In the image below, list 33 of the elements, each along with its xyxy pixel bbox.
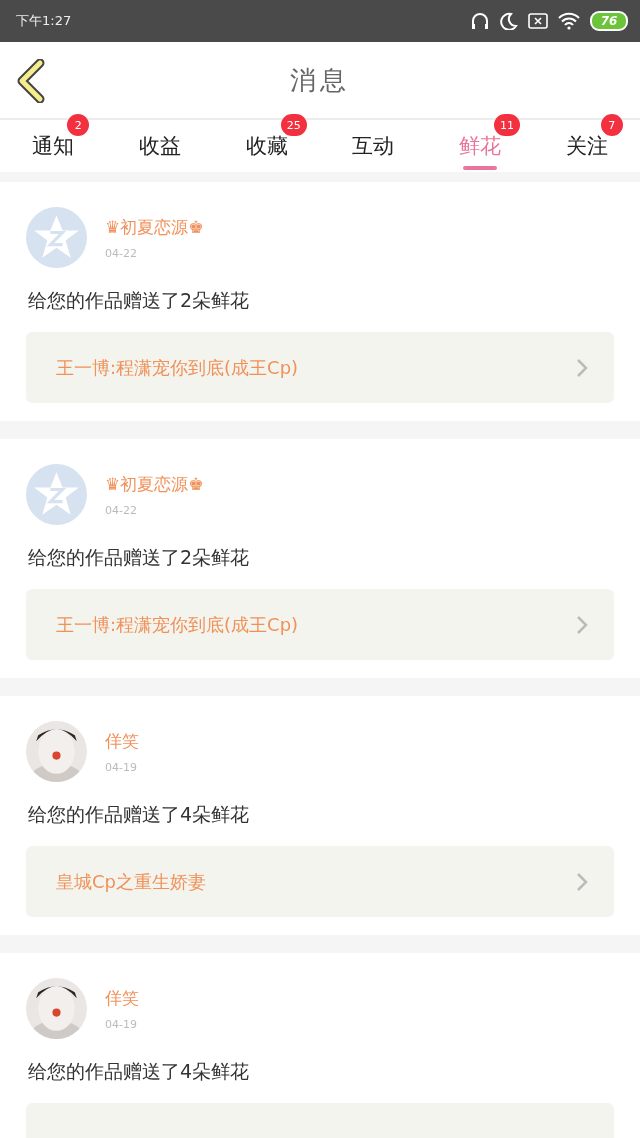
chevron-right-icon: [576, 614, 588, 635]
default-avatar-icon: [26, 207, 87, 268]
message-date: 04-22: [105, 246, 138, 260]
message-text: 给您的作品赠送了4朵鲜花: [28, 1059, 251, 1084]
message-text: 给您的作品赠送了4朵鲜花: [28, 802, 251, 827]
count-badge: 7: [600, 114, 623, 136]
user-name[interactable]: ♛初夏恋源♚: [105, 215, 204, 239]
message-text: 给您的作品赠送了2朵鲜花: [28, 545, 251, 570]
user-name[interactable]: 佯笑: [105, 986, 139, 1010]
count-badge: 2: [67, 114, 90, 136]
chevron-right-icon: [576, 871, 588, 892]
battery-level: 76: [590, 11, 628, 31]
message-date: 04-19: [105, 760, 138, 774]
count-badge: 25: [280, 114, 307, 136]
chevron-right-icon: [576, 357, 588, 378]
no-sim-icon: [528, 13, 548, 29]
work-link[interactable]: 皇城Cp之重生娇妻: [26, 846, 614, 917]
default-avatar-icon: [26, 464, 87, 525]
work-link[interactable]: 王一博:程潇宠你到底(成王Cp): [26, 589, 614, 660]
user-name[interactable]: 佯笑: [105, 729, 139, 753]
tab[interactable]: 互动: [348, 120, 399, 172]
tab[interactable]: 收益: [135, 120, 185, 172]
message-date: 04-22: [105, 503, 138, 517]
headphones-icon: [470, 11, 490, 31]
user-name[interactable]: ♛初夏恋源♚: [105, 472, 204, 496]
message-text: 给您的作品赠送了2朵鲜花: [28, 288, 251, 313]
moon-icon: [500, 12, 518, 30]
status-time: 下午1:27: [16, 12, 73, 30]
wifi-icon: [558, 12, 580, 30]
count-badge: 11: [494, 114, 520, 136]
page-title: 消息: [290, 63, 350, 97]
work-link[interactable]: 王一博:程潇宠你到底(成王Cp): [26, 332, 614, 403]
message-date: 04-19: [105, 1017, 138, 1031]
